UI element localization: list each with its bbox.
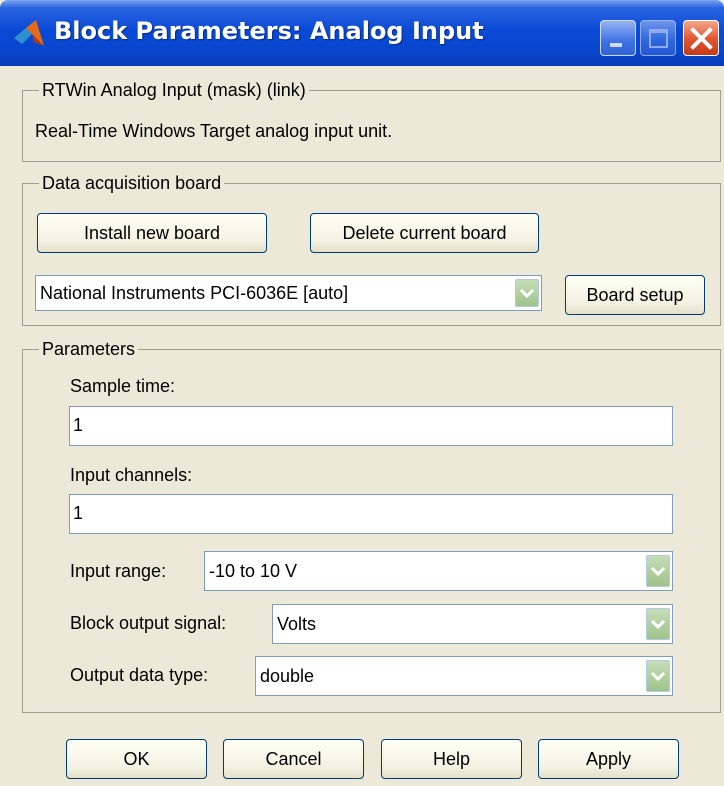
output-type-value: double [260,665,315,686]
window-title: Block Parameters: Analog Input [54,17,484,45]
parameters-group: Parameters Sample time: 1 Input channels… [22,339,721,713]
close-button[interactable] [683,20,719,56]
chevron-down-icon [650,566,666,577]
title-bar[interactable]: Block Parameters: Analog Input [0,0,724,66]
help-button[interactable]: Help [381,739,522,779]
maximize-button[interactable] [640,20,676,56]
description-group-legend: RTWin Analog Input (mask) (link) [39,80,309,100]
parameters-group-legend: Parameters [39,339,139,359]
chevron-down-icon [650,671,666,682]
install-new-board-button[interactable]: Install new board [37,213,267,253]
description-group: RTWin Analog Input (mask) (link) Real-Ti… [22,80,721,162]
board-group-legend: Data acquisition board [39,173,225,193]
minimize-icon [610,43,622,47]
input-range-select[interactable]: -10 to 10 V [204,551,673,591]
minimize-button[interactable] [600,20,636,56]
input-range-dropdown-button[interactable] [646,555,670,587]
matlab-logo-icon [12,18,46,50]
cancel-button[interactable]: Cancel [223,739,364,779]
output-type-select[interactable]: double [255,656,673,696]
close-icon [690,27,713,50]
sample-time-label: Sample time: [70,376,176,396]
output-signal-dropdown-button[interactable] [646,608,670,640]
maximize-icon [649,29,668,48]
board-group: Data acquisition board Install new board… [22,173,721,326]
output-type-label: Output data type: [70,665,209,685]
input-channels-label: Input channels: [70,465,193,485]
output-signal-select[interactable]: Volts [272,604,673,644]
board-setup-button[interactable]: Board setup [565,275,705,315]
delete-current-board-button[interactable]: Delete current board [310,213,539,253]
sample-time-input[interactable]: 1 [69,406,673,446]
output-signal-value: Volts [277,613,317,634]
input-channels-input[interactable]: 1 [69,494,673,534]
chevron-down-icon [650,619,666,630]
description-text: Real-Time Windows Target analog input un… [35,121,393,141]
input-range-label: Input range: [70,561,167,581]
output-signal-label: Block output signal: [70,613,227,633]
chevron-down-icon [519,288,535,299]
apply-button[interactable]: Apply [538,739,679,779]
output-type-dropdown-button[interactable] [646,660,670,692]
board-select[interactable]: National Instruments PCI-6036E [auto] [35,275,542,311]
input-range-value: -10 to 10 V [209,560,298,581]
board-select-dropdown-button[interactable] [515,279,539,307]
ok-button[interactable]: OK [66,739,207,779]
board-select-value: National Instruments PCI-6036E [auto] [40,282,349,303]
